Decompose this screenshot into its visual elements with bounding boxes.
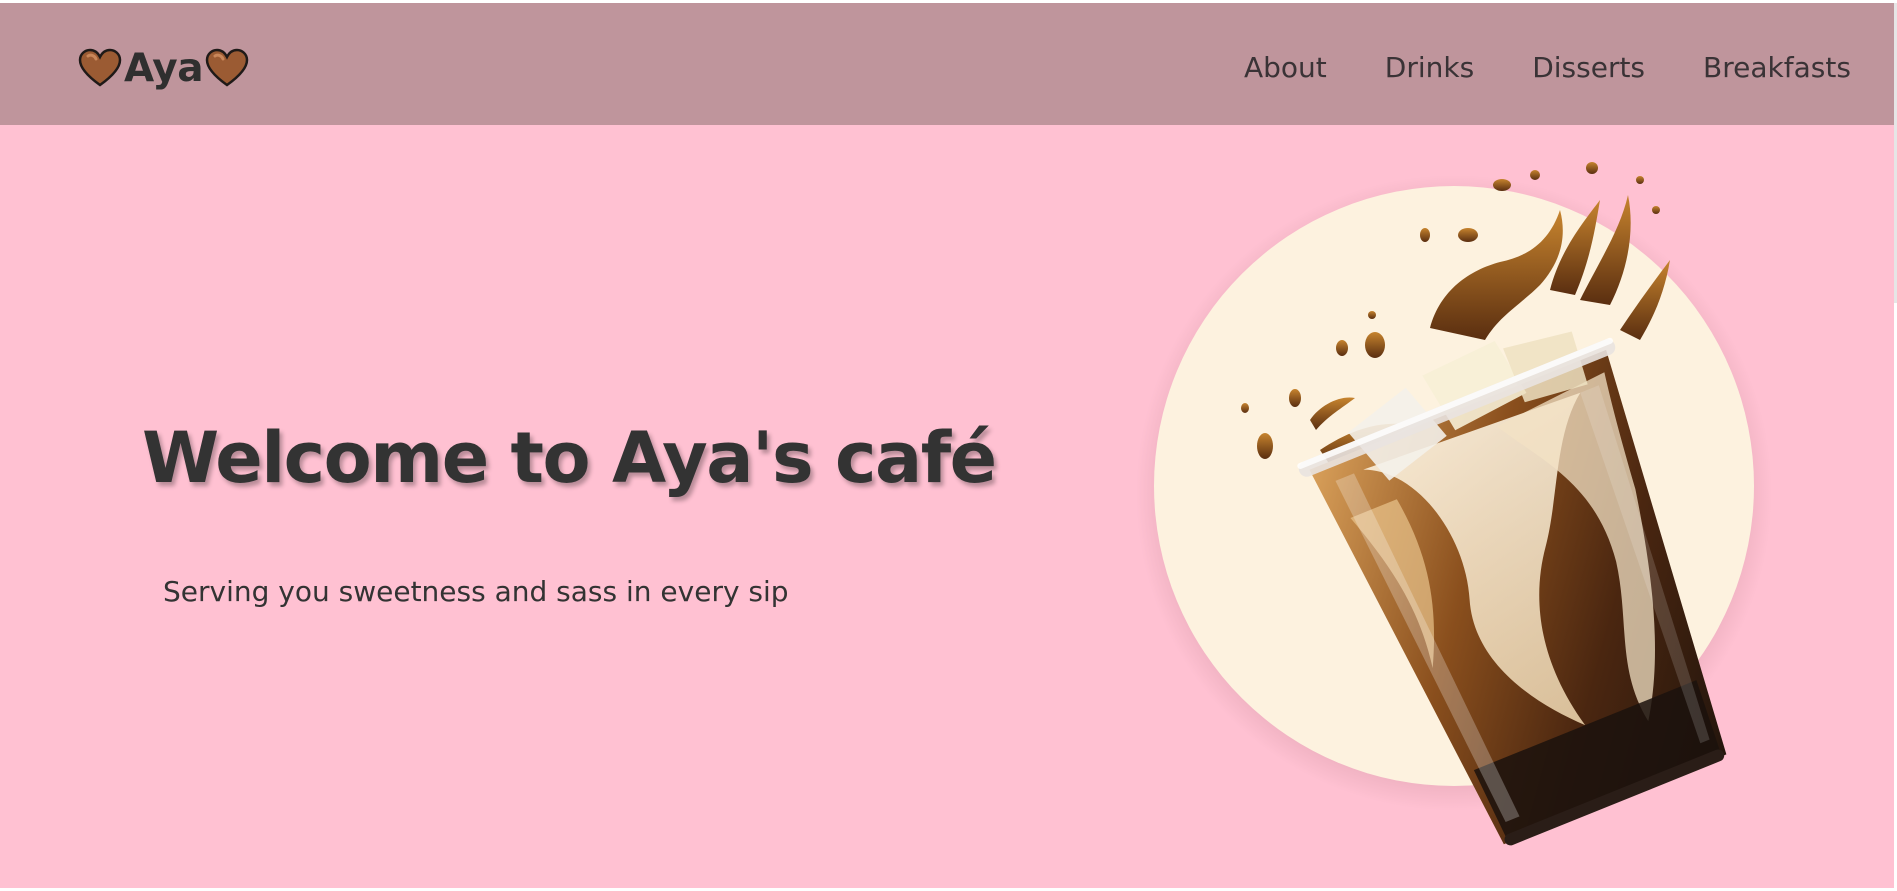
page: Aya About Drinks Disserts Breakfasts Wel… bbox=[0, 0, 1897, 891]
brand-logo[interactable]: Aya bbox=[78, 43, 249, 93]
hero-subtitle: Serving you sweetness and sass in every … bbox=[163, 575, 789, 608]
heart-icon bbox=[205, 48, 249, 88]
nav-link-disserts[interactable]: Disserts bbox=[1532, 51, 1645, 84]
hero-title: Welcome to Aya's café bbox=[142, 417, 997, 499]
iced-coffee-splash-image bbox=[1080, 90, 1860, 850]
heart-icon bbox=[78, 48, 122, 88]
nav-link-drinks[interactable]: Drinks bbox=[1385, 51, 1474, 84]
nav-link-breakfasts[interactable]: Breakfasts bbox=[1703, 51, 1851, 84]
main-nav: About Drinks Disserts Breakfasts bbox=[1244, 47, 1851, 87]
brand-name: Aya bbox=[124, 45, 204, 91]
nav-link-about[interactable]: About bbox=[1244, 51, 1327, 84]
